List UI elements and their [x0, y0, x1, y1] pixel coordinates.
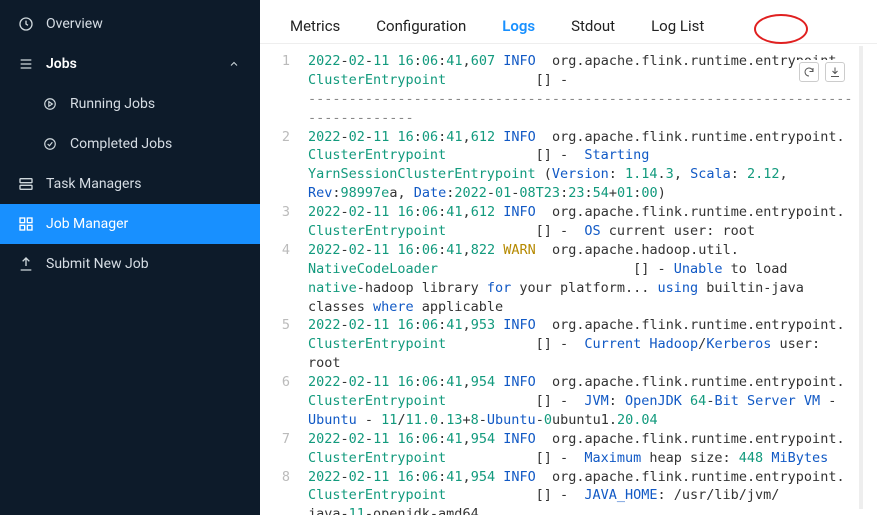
sidebar-item-label: Jobs [46, 56, 214, 72]
log-row: 32022-02-11 16:06:41,612 INFO org.apache… [260, 203, 877, 222]
upload-icon [18, 256, 34, 272]
log-row-cont: Ubuntu - 11/11.0.13+8-Ubuntu-0ubuntu1.20… [260, 411, 877, 430]
line-number: 2 [260, 128, 308, 147]
sidebar-item-completed-jobs[interactable]: Completed Jobs [0, 124, 260, 164]
line-number: 8 [260, 468, 308, 487]
sidebar: Overview Jobs Running Jobs Completed Job… [0, 0, 260, 515]
refresh-button[interactable] [799, 62, 819, 82]
grid-icon [18, 216, 34, 232]
log-row-cont: native-hadoop library for your platform.… [260, 279, 877, 298]
log-content: 2022-02-11 16:06:41,607 INFO org.apache.… [308, 52, 877, 71]
log-content: 2022-02-11 16:06:41,612 INFO org.apache.… [308, 203, 877, 222]
log-row-cont: NativeCodeLoader [] - Unable to load [260, 260, 877, 279]
log-row-cont: ClusterEntrypoint [] - JAVA_HOME: /usr/l… [260, 486, 877, 505]
log-content: 2022-02-11 16:06:41,822 WARN org.apache.… [308, 241, 877, 260]
log-row: 12022-02-11 16:06:41,607 INFO org.apache… [260, 52, 877, 71]
sidebar-item-overview[interactable]: Overview [0, 4, 260, 44]
log-content: 2022-02-11 16:06:41,954 INFO org.apache.… [308, 430, 877, 449]
sidebar-item-label: Task Managers [46, 176, 141, 192]
line-number: 4 [260, 241, 308, 260]
log-row-cont: ----------------------------------------… [260, 90, 877, 128]
log-row-cont: classes where applicable [260, 298, 877, 317]
sidebar-item-label: Job Manager [46, 216, 128, 232]
sidebar-item-label: Submit New Job [46, 256, 149, 272]
chevron-up-icon [226, 56, 242, 72]
sidebar-item-submit-job[interactable]: Submit New Job [0, 244, 260, 284]
sidebar-group-jobs[interactable]: Jobs [0, 44, 260, 84]
dashboard-icon [18, 16, 34, 32]
tab-metrics[interactable]: Metrics [288, 9, 342, 43]
log-row-cont: ClusterEntrypoint [] - Starting [260, 146, 877, 165]
check-circle-icon [42, 136, 58, 152]
log-toolbar [797, 60, 847, 84]
log-viewer[interactable]: 12022-02-11 16:06:41,607 INFO org.apache… [260, 44, 877, 515]
log-row: 72022-02-11 16:06:41,954 INFO org.apache… [260, 430, 877, 449]
line-number: 7 [260, 430, 308, 449]
log-row-cont: ClusterEntrypoint [] - [260, 71, 877, 90]
line-number: 1 [260, 52, 308, 71]
log-row: 42022-02-11 16:06:41,822 WARN org.apache… [260, 241, 877, 260]
log-row-cont: ClusterEntrypoint [] - Maximum heap size… [260, 449, 877, 468]
log-row: 82022-02-11 16:06:41,954 INFO org.apache… [260, 468, 877, 487]
log-row: 62022-02-11 16:06:41,954 INFO org.apache… [260, 373, 877, 392]
log-row: 22022-02-11 16:06:41,612 INFO org.apache… [260, 128, 877, 147]
sidebar-item-running-jobs[interactable]: Running Jobs [0, 84, 260, 124]
log-row-cont: ClusterEntrypoint [] - JVM: OpenJDK 64-B… [260, 392, 877, 411]
log-row-cont: ClusterEntrypoint [] - OS current user: … [260, 222, 877, 241]
tab-configuration[interactable]: Configuration [374, 9, 468, 43]
download-button[interactable] [825, 62, 845, 82]
line-number: 5 [260, 316, 308, 335]
tab-loglist[interactable]: Log List [649, 9, 706, 43]
log-row-cont: Rev:98997ea, Date:2022-01-08T23:23:54+01… [260, 184, 877, 203]
sidebar-item-label: Running Jobs [70, 96, 155, 112]
line-number: 6 [260, 373, 308, 392]
play-circle-icon [42, 96, 58, 112]
server-icon [18, 176, 34, 192]
log-row-cont: YarnSessionClusterEntrypoint (Version: 1… [260, 165, 877, 184]
sidebar-item-job-manager[interactable]: Job Manager [0, 204, 260, 244]
log-row: 52022-02-11 16:06:41,953 INFO org.apache… [260, 316, 877, 335]
sidebar-item-label: Overview [46, 16, 103, 32]
tab-bar: Metrics Configuration Logs Stdout Log Li… [260, 0, 877, 44]
log-row-cont: ClusterEntrypoint [] - Current Hadoop/Ke… [260, 335, 877, 373]
log-content: 2022-02-11 16:06:41,612 INFO org.apache.… [308, 128, 877, 147]
sidebar-item-task-managers[interactable]: Task Managers [0, 164, 260, 204]
log-row-cont: java-11-openjdk-amd64 [260, 505, 877, 515]
log-content: 2022-02-11 16:06:41,954 INFO org.apache.… [308, 468, 877, 487]
sidebar-item-label: Completed Jobs [70, 136, 172, 152]
log-content: 2022-02-11 16:06:41,953 INFO org.apache.… [308, 316, 877, 335]
log-content: 2022-02-11 16:06:41,954 INFO org.apache.… [308, 373, 877, 392]
scrollbar-track[interactable] [859, 46, 863, 509]
line-number: 3 [260, 203, 308, 222]
tab-logs[interactable]: Logs [500, 9, 537, 43]
list-icon [18, 56, 34, 72]
tab-stdout[interactable]: Stdout [569, 9, 617, 43]
main-panel: Metrics Configuration Logs Stdout Log Li… [260, 0, 877, 515]
